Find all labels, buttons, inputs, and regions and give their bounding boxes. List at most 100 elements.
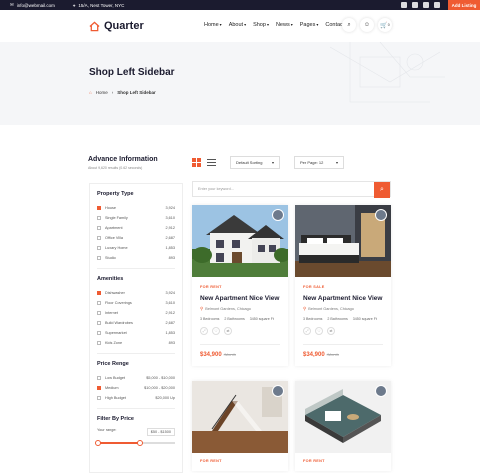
logo[interactable]: Quarter [89, 20, 144, 32]
listing-tag: FOR SALE [303, 285, 325, 289]
filter-option-label: Internet [105, 311, 118, 315]
bathrooms: 2 Bathrooms [224, 317, 245, 321]
price-slider-min-handle[interactable] [95, 440, 101, 446]
divider [97, 353, 175, 354]
expand-icon[interactable]: ⤢ [200, 327, 208, 335]
chevron-down-icon: ▾ [335, 160, 338, 165]
compare-icon[interactable]: ⇄ [224, 327, 232, 335]
checkbox[interactable] [97, 376, 101, 380]
property-image[interactable] [295, 381, 391, 453]
price-period: /Month [326, 352, 339, 357]
filter-option[interactable]: Dishwasher 3,924 [97, 288, 175, 298]
heart-icon[interactable]: ♡ [212, 327, 220, 335]
property-type-list: House 3,924 Single Family 3,610 Apartment 2,9… [97, 203, 175, 263]
filter-option[interactable]: Studio 893 [97, 253, 175, 263]
filter-option[interactable]: Medium $10,000 - $20,000 [97, 383, 175, 393]
search-button[interactable]: ⌕ [374, 182, 390, 198]
filter-option-count: 1,853 [165, 246, 175, 250]
agent-avatar[interactable] [272, 209, 284, 221]
logo-text: Quarter [104, 20, 144, 32]
breadcrumb-home[interactable]: Home [96, 90, 108, 95]
filter-option[interactable]: Single Family 3,610 [97, 213, 175, 223]
menu-item-shop[interactable]: Shop [253, 22, 269, 28]
checkbox[interactable] [97, 291, 101, 295]
filter-option[interactable]: Office Villa 2,687 [97, 233, 175, 243]
checkbox[interactable] [97, 246, 101, 250]
twitter-icon[interactable] [412, 2, 418, 8]
filter-option[interactable]: Apartment 2,912 [97, 223, 175, 233]
filter-option[interactable]: House 3,924 [97, 203, 175, 213]
listing-title[interactable]: New Apartment Nice View [303, 295, 383, 302]
filter-option-count: 2,912 [165, 226, 175, 230]
property-card[interactable]: FOR SALE New Apartment Nice View ⚲ Belmon… [295, 205, 391, 366]
address-contact: ⌖ 15/A, Nest Tower, NYC [73, 3, 124, 8]
price-slider-max-handle[interactable] [136, 440, 143, 446]
checkbox[interactable] [97, 396, 101, 400]
menu-item-about[interactable]: About [229, 22, 246, 28]
menu-item-pages[interactable]: Pages [300, 22, 319, 28]
list-view-icon[interactable] [207, 158, 216, 167]
filter-option-count: 2,687 [165, 236, 175, 240]
agent-avatar[interactable] [375, 385, 387, 397]
nav-icons: ⌕ ☺ 🛒 0 [342, 18, 392, 32]
filter-option[interactable]: Supermarket 1,853 [97, 328, 175, 338]
grid-view-icon[interactable] [192, 158, 201, 167]
top-bar: ✉ info@webmail.com ⌖ 15/A, Nest Tower, NYC… [0, 0, 480, 10]
checkbox[interactable] [97, 206, 101, 210]
filter-option-count: 893 [168, 341, 175, 345]
filter-option[interactable]: High Budget $20,000 Up [97, 393, 175, 403]
checkbox[interactable] [97, 331, 101, 335]
agent-avatar[interactable] [272, 385, 284, 397]
listing-price: $34,900/Month [303, 344, 383, 358]
checkbox[interactable] [97, 321, 101, 325]
property-card[interactable]: FOR RENT [192, 381, 288, 471]
checkbox[interactable] [97, 386, 101, 390]
filter-option[interactable]: Luxary Home 1,853 [97, 243, 175, 253]
address-text: 15/A, Nest Tower, NYC [78, 2, 125, 8]
agent-avatar[interactable] [375, 209, 387, 221]
range-value[interactable]: $50 - $1500 [146, 428, 175, 436]
property-type-title: Property Type [97, 191, 134, 197]
checkbox[interactable] [97, 341, 101, 345]
price-slider[interactable] [95, 440, 175, 446]
property-image[interactable] [192, 205, 288, 277]
add-listing-button[interactable]: Add Listing [448, 0, 480, 10]
keyword-search: Enter your keyword... ⌕ [192, 181, 391, 198]
dribbble-icon[interactable] [434, 2, 440, 8]
cart-icon[interactable]: 🛒 0 [378, 18, 392, 32]
facebook-icon[interactable] [401, 2, 407, 8]
bathrooms: 2 Bathrooms [327, 317, 348, 321]
menu-item-home[interactable]: Home [204, 22, 222, 28]
property-image[interactable] [295, 205, 391, 277]
checkbox[interactable] [97, 256, 101, 260]
compare-icon[interactable]: ⇄ [327, 327, 335, 335]
filter-option-count: 1,853 [165, 331, 175, 335]
listing-tag: FOR RENT [303, 459, 325, 463]
property-card[interactable]: FOR RENT New Apartment Nice View ⚲ Belmon… [192, 205, 288, 366]
filter-option[interactable]: Internet 2,912 [97, 308, 175, 318]
user-icon[interactable]: ☺ [360, 18, 374, 32]
checkbox[interactable] [97, 311, 101, 315]
checkbox[interactable] [97, 301, 101, 305]
breadcrumb: ⌂ Home › Shop Left Sidebar [89, 90, 156, 95]
heart-icon[interactable]: ♡ [315, 327, 323, 335]
filter-option[interactable]: Floor Coverings 3,610 [97, 298, 175, 308]
sort-select[interactable]: Default Sorting ▾ [230, 156, 280, 169]
search-icon[interactable]: ⌕ [342, 18, 356, 32]
filter-option[interactable]: Low Budget $5,000 - $10,000 [97, 373, 175, 383]
property-image[interactable] [192, 381, 288, 453]
email-contact[interactable]: ✉ info@webmail.com [10, 2, 55, 8]
listing-title[interactable]: New Apartment Nice View [200, 295, 280, 302]
instagram-icon[interactable] [423, 2, 429, 8]
page-title: Shop Left Sidebar [89, 67, 175, 78]
filter-option[interactable]: Kids Zone 893 [97, 338, 175, 348]
search-input[interactable]: Enter your keyword... [198, 187, 234, 191]
per-page-select[interactable]: Per Page: 12 ▾ [294, 156, 344, 169]
property-card[interactable]: FOR RENT [295, 381, 391, 471]
checkbox[interactable] [97, 226, 101, 230]
expand-icon[interactable]: ⤢ [303, 327, 311, 335]
checkbox[interactable] [97, 236, 101, 240]
filter-option[interactable]: Build Wardrobes 2,687 [97, 318, 175, 328]
menu-item-news[interactable]: News [276, 22, 293, 28]
checkbox[interactable] [97, 216, 101, 220]
